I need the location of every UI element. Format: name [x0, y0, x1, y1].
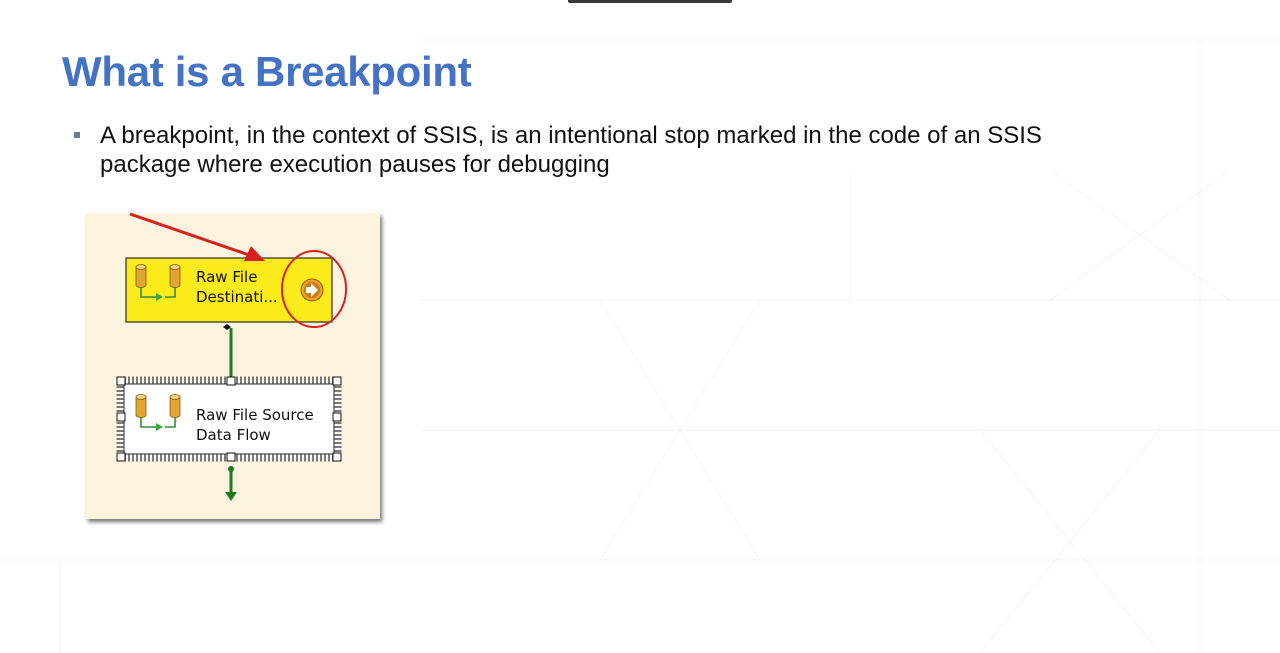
control-flow-diagram: Raw File Destinati... Raw File Source Da… — [116, 213, 347, 501]
bullet-item: A breakpoint, in the context of SSIS, is… — [74, 121, 1084, 179]
task-bottom-line1: Raw File Source — [196, 406, 314, 424]
outgoing-connector — [225, 466, 237, 501]
annotation-arrow — [129, 213, 265, 261]
slide-title: What is a Breakpoint — [62, 48, 472, 95]
slide-top-tab — [568, 0, 732, 3]
ssis-breakpoint-figure: Raw File Destinati... Raw File Source Da… — [86, 213, 380, 519]
bullet-marker-icon — [74, 132, 80, 138]
task-top-line1: Raw File — [196, 268, 257, 286]
task-top-line2: Destinati... — [196, 288, 278, 306]
task-selected: Raw File Source Data Flow — [116, 376, 342, 462]
bullet-list: A breakpoint, in the context of SSIS, is… — [74, 121, 1084, 179]
slide: What is a Breakpoint A breakpoint, in th… — [0, 0, 1280, 653]
breakpoint-arrow-icon — [300, 278, 324, 302]
task-breakpoint: Raw File Destinati... — [125, 257, 333, 323]
bullet-text: A breakpoint, in the context of SSIS, is… — [100, 122, 1042, 178]
task-bottom-line2: Data Flow — [196, 426, 271, 444]
precedence-connector — [223, 324, 233, 379]
